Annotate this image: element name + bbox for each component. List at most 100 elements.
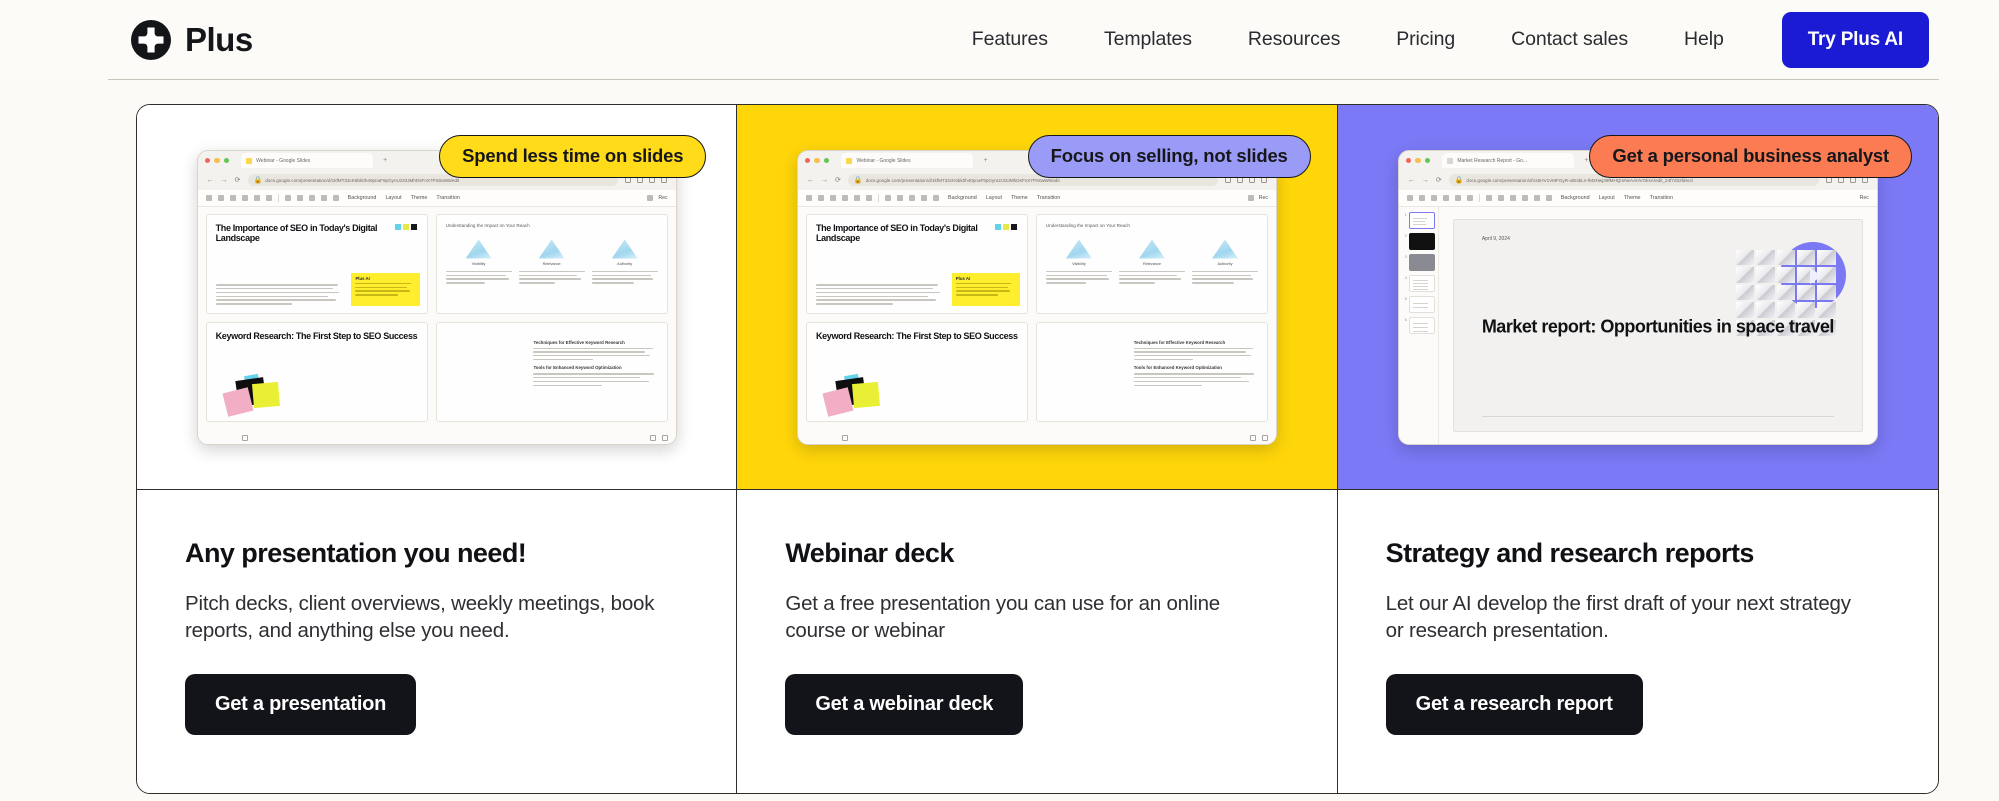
slide-thumb-1a[interactable]: The Importance of SEO in Today's Digital… — [805, 213, 1028, 314]
brand-logo[interactable]: Plus — [130, 19, 253, 61]
nav-item-resources[interactable]: Resources — [1220, 18, 1368, 61]
redo-icon[interactable] — [841, 194, 848, 201]
menu-layout[interactable]: Layout — [986, 195, 1002, 201]
reload-icon[interactable]: ⟳ — [1436, 176, 1442, 184]
slide-thumb-2b[interactable]: Techniques for Effective Keyword Researc… — [1035, 321, 1268, 422]
filmstrip-item-3[interactable]: 3 — [1402, 253, 1435, 271]
zoom-out-icon[interactable] — [649, 434, 656, 441]
filmstrip-item-1[interactable]: 1 — [1402, 211, 1435, 229]
redo-icon[interactable] — [1442, 194, 1449, 201]
text-box-icon[interactable] — [1497, 194, 1504, 201]
select-icon[interactable] — [1485, 194, 1492, 201]
slide-thumb-1b[interactable]: Understanding the Impact on Your Reach V… — [1035, 213, 1268, 314]
slide-thumb-1b[interactable]: Understanding the Impact on Your Reach V… — [435, 213, 668, 314]
menu-theme[interactable]: Theme — [1011, 195, 1028, 201]
browser-tab-2[interactable]: Webinar - Google Slides — [841, 153, 974, 168]
slide-thumb-2a[interactable]: Keyword Research: The First Step to SEO … — [805, 321, 1028, 422]
new-tab-icon[interactable]: + — [983, 157, 987, 164]
search-icon[interactable] — [205, 194, 212, 201]
record-button[interactable]: Rec — [1259, 195, 1268, 201]
forward-arrow-icon[interactable]: → — [1422, 177, 1429, 184]
reload-icon[interactable]: ⟳ — [235, 176, 241, 184]
speaker-notes-icon[interactable] — [841, 434, 848, 441]
menu-transition[interactable]: Transition — [436, 195, 459, 201]
menu-transition[interactable]: Transition — [1037, 195, 1060, 201]
get-a-presentation-button[interactable]: Get a presentation — [185, 673, 417, 735]
filmstrip-item-5[interactable]: 5 — [1402, 295, 1435, 313]
add-slide-icon[interactable] — [1418, 194, 1425, 201]
image-icon[interactable] — [296, 194, 303, 201]
image-icon[interactable] — [1509, 194, 1516, 201]
filmstrip-item-2[interactable]: 2 — [1402, 232, 1435, 250]
undo-icon[interactable] — [829, 194, 836, 201]
slide-title-keyword: Keyword Research: The First Step to SEO … — [215, 330, 418, 341]
back-arrow-icon[interactable]: ← — [807, 177, 814, 184]
line-icon[interactable] — [920, 194, 927, 201]
browser-tab-1[interactable]: Webinar - Google Slides — [241, 153, 374, 168]
back-arrow-icon[interactable]: ← — [207, 177, 214, 184]
zoom-in-icon[interactable] — [661, 434, 668, 441]
print-icon[interactable] — [853, 194, 860, 201]
shape-icon[interactable] — [308, 194, 315, 201]
present-icon[interactable] — [647, 194, 654, 201]
print-icon[interactable] — [253, 194, 260, 201]
comment-icon[interactable] — [332, 194, 339, 201]
text-box-icon[interactable] — [884, 194, 891, 201]
slide-thumb-1a[interactable]: The Importance of SEO in Today's Digital… — [205, 213, 428, 314]
reload-icon[interactable]: ⟳ — [835, 176, 841, 184]
line-icon[interactable] — [320, 194, 327, 201]
record-button[interactable]: Rec — [658, 195, 667, 201]
get-a-webinar-deck-button[interactable]: Get a webinar deck — [785, 673, 1024, 735]
line-icon[interactable] — [1533, 194, 1540, 201]
present-icon[interactable] — [1247, 194, 1254, 201]
try-plus-ai-button[interactable]: Try Plus AI — [1781, 11, 1929, 68]
redo-icon[interactable] — [241, 194, 248, 201]
filmstrip-item-6[interactable]: 6 — [1402, 316, 1435, 334]
filmstrip-item-4[interactable]: 4 — [1402, 274, 1435, 292]
nav-item-features[interactable]: Features — [944, 18, 1076, 61]
menu-background[interactable]: Background — [1561, 195, 1590, 201]
text-box-icon[interactable] — [284, 194, 291, 201]
paint-format-icon[interactable] — [865, 194, 872, 201]
nav-item-pricing[interactable]: Pricing — [1368, 18, 1483, 61]
menu-background[interactable]: Background — [948, 195, 977, 201]
slide-thumb-2b[interactable]: Techniques for Effective Keyword Researc… — [435, 321, 668, 422]
forward-arrow-icon[interactable]: → — [821, 177, 828, 184]
search-icon[interactable] — [1406, 194, 1413, 201]
toolbar-right-3: Rec — [1860, 195, 1869, 201]
undo-icon[interactable] — [229, 194, 236, 201]
market-report-slide[interactable]: April 9, 2024 Market report: Opportuniti… — [1452, 218, 1863, 432]
paint-format-icon[interactable] — [265, 194, 272, 201]
nav-item-help[interactable]: Help — [1656, 18, 1752, 61]
undo-icon[interactable] — [1430, 194, 1437, 201]
new-tab-icon[interactable]: + — [1584, 157, 1588, 164]
nav-item-contact-sales[interactable]: Contact sales — [1483, 18, 1656, 61]
record-button[interactable]: Rec — [1860, 195, 1869, 201]
menu-layout[interactable]: Layout — [385, 195, 401, 201]
menu-theme[interactable]: Theme — [1624, 195, 1641, 201]
new-tab-icon[interactable]: + — [383, 157, 387, 164]
browser-tab-3[interactable]: Market Research Report - Go... — [1442, 153, 1575, 168]
add-slide-icon[interactable] — [217, 194, 224, 201]
image-icon[interactable] — [896, 194, 903, 201]
paint-format-icon[interactable] — [1466, 194, 1473, 201]
menu-layout[interactable]: Layout — [1599, 195, 1615, 201]
menu-background[interactable]: Background — [348, 195, 377, 201]
forward-arrow-icon[interactable]: → — [221, 177, 228, 184]
nav-item-templates[interactable]: Templates — [1076, 18, 1220, 61]
slide-thumb-2a[interactable]: Keyword Research: The First Step to SEO … — [205, 321, 428, 422]
search-icon[interactable] — [805, 194, 812, 201]
menu-transition[interactable]: Transition — [1650, 195, 1673, 201]
back-arrow-icon[interactable]: ← — [1408, 177, 1415, 184]
get-a-research-report-button[interactable]: Get a research report — [1385, 673, 1643, 735]
speaker-notes-icon[interactable] — [241, 434, 248, 441]
zoom-in-icon[interactable] — [1261, 434, 1268, 441]
menu-theme[interactable]: Theme — [411, 195, 428, 201]
shape-icon[interactable] — [908, 194, 915, 201]
comment-icon[interactable] — [1545, 194, 1552, 201]
zoom-out-icon[interactable] — [1249, 434, 1256, 441]
add-slide-icon[interactable] — [817, 194, 824, 201]
shape-icon[interactable] — [1521, 194, 1528, 201]
comment-icon[interactable] — [932, 194, 939, 201]
print-icon[interactable] — [1454, 194, 1461, 201]
